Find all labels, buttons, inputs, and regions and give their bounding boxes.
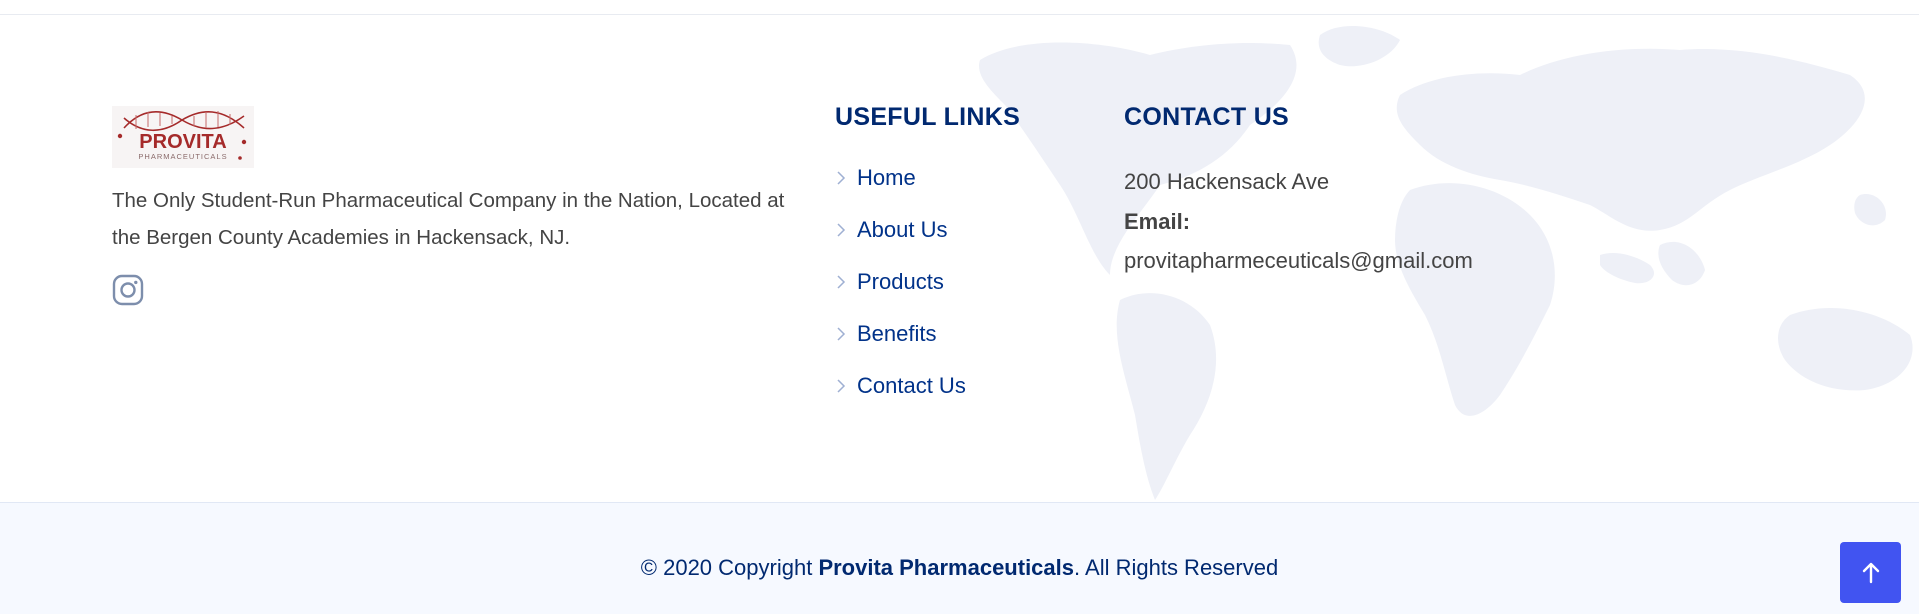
copyright-prefix: © 2020 Copyright	[640, 555, 819, 580]
company-tagline: The Only Student-Run Pharmaceutical Comp…	[112, 189, 785, 249]
useful-links-column: USEFUL LINKS Home About Us Products Bene…	[835, 103, 1095, 412]
link-item-about: About Us	[835, 204, 1095, 256]
footer-brand-column: PROVITA PHARMACEUTICALS The Only Student…	[112, 106, 802, 306]
chevron-right-icon	[837, 223, 846, 237]
contact-column: CONTACT US 200 Hackensack Ave Email: pro…	[1124, 103, 1684, 281]
contact-email[interactable]: provitapharmeceuticals@gmail.com	[1124, 241, 1684, 281]
link-item-home: Home	[835, 152, 1095, 204]
link-item-benefits: Benefits	[835, 308, 1095, 360]
footer-link-contact-us[interactable]: Contact Us	[857, 373, 966, 399]
useful-links-list: Home About Us Products Benefits Contact …	[835, 152, 1095, 412]
chevron-right-icon	[837, 275, 846, 289]
footer-link-benefits[interactable]: Benefits	[857, 321, 937, 347]
chevron-right-icon	[837, 171, 846, 185]
footer-bottom-bar: © 2020 Copyright Provita Pharmaceuticals…	[0, 502, 1919, 614]
chevron-right-icon	[837, 379, 846, 393]
email-label: Email:	[1124, 208, 1191, 234]
useful-links-heading: USEFUL LINKS	[835, 103, 1021, 131]
link-item-contact: Contact Us	[835, 360, 1095, 412]
copyright-text: © 2020 Copyright Provita Pharmaceuticals…	[0, 555, 1919, 581]
footer-link-products[interactable]: Products	[857, 269, 944, 295]
instagram-icon[interactable]	[112, 274, 144, 306]
copyright-suffix: . All Rights Reserved	[1074, 555, 1279, 580]
contact-details: 200 Hackensack Ave Email: provitapharmec…	[1124, 162, 1684, 281]
arrow-up-icon	[1862, 562, 1879, 583]
contact-address: 200 Hackensack Ave	[1124, 169, 1330, 194]
copyright-company: Provita Pharmaceuticals	[818, 555, 1075, 580]
footer-link-about-us[interactable]: About Us	[857, 217, 948, 243]
link-item-products: Products	[835, 256, 1095, 308]
logo-wordmark: PROVITA	[139, 131, 226, 153]
footer-link-home[interactable]: Home	[857, 165, 916, 191]
logo-subtext: PHARMACEUTICALS	[138, 152, 227, 161]
provita-logo[interactable]: PROVITA PHARMACEUTICALS	[112, 106, 254, 168]
contact-heading: CONTACT US	[1124, 103, 1290, 131]
chevron-right-icon	[837, 327, 846, 341]
back-to-top-button[interactable]	[1840, 542, 1901, 603]
